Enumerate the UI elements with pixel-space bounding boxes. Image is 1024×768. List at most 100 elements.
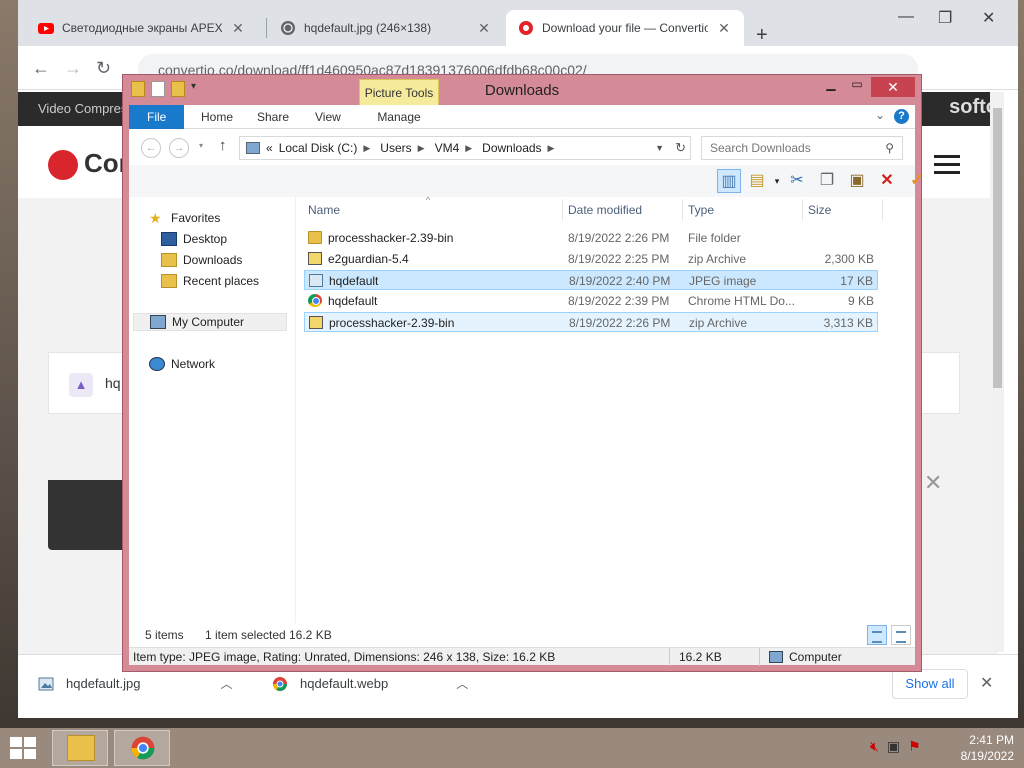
clock[interactable]: 2:41 PM 8/19/2022 bbox=[948, 732, 1014, 764]
file-explorer-window: ▾ Picture Tools Downloads ▁ ▭ ✕ File Hom… bbox=[122, 74, 924, 672]
breadcrumb-local-disk[interactable]: Local Disk (C:) bbox=[279, 141, 358, 155]
cut-icon[interactable]: ✂ bbox=[785, 169, 809, 193]
nav-recent-places[interactable]: Recent places bbox=[161, 274, 259, 288]
tab-home[interactable]: Home bbox=[187, 105, 247, 129]
reload-icon[interactable]: ↻ bbox=[96, 58, 111, 79]
volume-muted-icon[interactable]: 🔇︎ bbox=[870, 738, 879, 755]
site-strip-text: Video Compres bbox=[38, 101, 128, 116]
paste-icon[interactable]: ▣ bbox=[845, 169, 869, 193]
nav-favorites[interactable]: ★ Favorites bbox=[149, 211, 220, 225]
jpeg-icon bbox=[309, 274, 323, 287]
column-size[interactable]: Size bbox=[808, 203, 831, 217]
file-row[interactable]: hqdefault 8/19/2022 2:39 PM Chrome HTML … bbox=[304, 291, 878, 311]
forward-icon[interactable]: → bbox=[169, 138, 189, 158]
new-folder-icon[interactable] bbox=[171, 81, 185, 97]
nav-downloads[interactable]: Downloads bbox=[161, 253, 242, 267]
file-row[interactable]: processhacker-2.39-bin 8/19/2022 2:26 PM… bbox=[304, 228, 878, 248]
column-type[interactable]: Type bbox=[688, 203, 714, 217]
file-row[interactable]: e2guardian-5.4 8/19/2022 2:25 PM zip Arc… bbox=[304, 249, 878, 269]
close-tab-icon[interactable]: ✕ bbox=[716, 20, 732, 37]
taskbar-chrome[interactable] bbox=[114, 730, 170, 766]
maximize-icon[interactable]: ▭ bbox=[845, 77, 869, 97]
refresh-icon[interactable]: ↻ bbox=[675, 140, 686, 156]
breadcrumb-vm4[interactable]: VM4 bbox=[435, 141, 460, 155]
column-date-modified[interactable]: Date modified bbox=[568, 203, 642, 217]
sort-ascending-icon: ^ bbox=[426, 195, 431, 205]
back-icon[interactable]: ← bbox=[32, 58, 50, 79]
folder-icon[interactable] bbox=[131, 81, 145, 97]
large-icons-view-icon[interactable] bbox=[891, 625, 911, 645]
minimize-icon[interactable]: — bbox=[898, 8, 914, 26]
up-icon[interactable]: ↑ bbox=[219, 137, 227, 154]
chrome-icon bbox=[273, 676, 287, 691]
globe-icon bbox=[281, 21, 295, 35]
page-scrollbar[interactable] bbox=[990, 92, 1004, 652]
menu-icon[interactable] bbox=[934, 155, 960, 179]
close-window-icon[interactable]: ✕ bbox=[871, 77, 915, 97]
search-placeholder: Search Downloads bbox=[710, 141, 811, 155]
chrome-icon bbox=[308, 294, 322, 307]
chevron-down-icon[interactable]: ▼ bbox=[655, 143, 664, 153]
breadcrumb-users[interactable]: Users bbox=[380, 141, 411, 155]
details-view-icon[interactable] bbox=[867, 625, 887, 645]
breadcrumb-downloads[interactable]: Downloads bbox=[482, 141, 541, 155]
tab-hqdefault-jpg[interactable]: hqdefault.jpg (246×138) ✕ bbox=[268, 10, 504, 46]
help-icon[interactable]: ? bbox=[894, 109, 909, 124]
show-all-button[interactable]: Show all bbox=[892, 669, 968, 699]
copy-icon[interactable]: ❐ bbox=[815, 169, 839, 193]
file-row-selected[interactable]: hqdefault 8/19/2022 2:40 PM JPEG image 1… bbox=[304, 270, 878, 290]
windows-start-icon[interactable] bbox=[10, 737, 38, 759]
back-icon[interactable]: ← bbox=[141, 138, 161, 158]
file-row[interactable]: processhacker-2.39-bin 8/19/2022 2:26 PM… bbox=[304, 312, 878, 332]
tab-share[interactable]: Share bbox=[243, 105, 303, 129]
customize-dropdown-icon[interactable]: ▾ bbox=[191, 81, 196, 97]
search-input[interactable]: Search Downloads ⚲ bbox=[701, 136, 903, 160]
close-download-bar-icon[interactable]: ✕ bbox=[980, 673, 993, 693]
maximize-icon[interactable]: ❐ bbox=[938, 8, 952, 28]
tab-manage[interactable]: Manage bbox=[359, 105, 439, 129]
select-check-icon[interactable]: ✓ bbox=[905, 169, 929, 193]
address-bar[interactable]: « Local Disk (C:) ▶ Users ▶ VM4 ▶ Downloads… bbox=[239, 136, 691, 160]
tab-view[interactable]: View bbox=[301, 105, 355, 129]
zip-icon bbox=[309, 316, 323, 329]
nav-desktop[interactable]: Desktop bbox=[161, 232, 227, 246]
close-window-icon[interactable]: ✕ bbox=[982, 8, 995, 28]
close-icon[interactable]: ✕ bbox=[924, 470, 942, 496]
chevron-up-icon[interactable]: ︿ bbox=[220, 675, 232, 692]
delete-icon[interactable]: ✕ bbox=[875, 169, 899, 193]
nav-my-computer[interactable]: My Computer bbox=[133, 313, 287, 331]
clock-time: 2:41 PM bbox=[969, 733, 1014, 747]
network-icon[interactable]: ▣ bbox=[887, 738, 900, 755]
download-item-webp[interactable]: hqdefault.webp ︿ bbox=[272, 675, 468, 692]
close-tab-icon[interactable]: ✕ bbox=[230, 20, 246, 37]
computer-icon bbox=[769, 651, 783, 663]
tab-convertio[interactable]: Download your file — Convertio ✕ bbox=[506, 10, 744, 46]
tab-file[interactable]: File bbox=[129, 105, 185, 129]
action-center-icon[interactable]: ⚑ bbox=[908, 738, 921, 755]
forward-icon[interactable]: → bbox=[64, 58, 82, 79]
nav-network[interactable]: Network bbox=[149, 357, 215, 371]
close-tab-icon[interactable]: ✕ bbox=[476, 20, 492, 37]
tab-apex-led[interactable]: Светодиодные экраны APEX-LED ✕ bbox=[26, 10, 258, 46]
clock-date: 8/19/2022 bbox=[960, 749, 1014, 763]
youtube-icon bbox=[38, 23, 54, 34]
download-item-jpg[interactable]: hqdefault.jpg ︿ bbox=[38, 675, 232, 692]
expand-ribbon-icon[interactable]: ⌄ bbox=[875, 108, 885, 122]
tab-title: hqdefault.jpg (246×138) bbox=[304, 21, 432, 35]
item-size: 16.2 KB bbox=[679, 650, 722, 664]
properties-icon[interactable] bbox=[151, 81, 165, 97]
recent-locations-icon[interactable]: ▾ bbox=[199, 141, 203, 150]
navigation-pane: ★ Favorites Desktop Downloads Recent pla… bbox=[129, 197, 295, 623]
selection-size: 16.2 KB bbox=[289, 628, 332, 642]
chevron-up-icon[interactable]: ︿ bbox=[456, 675, 468, 692]
column-name[interactable]: Name bbox=[308, 203, 340, 217]
image-file-icon bbox=[38, 677, 54, 690]
minimize-icon[interactable]: ▁ bbox=[819, 77, 843, 97]
command-bar: ▥ ▤ ▾ ✂ ❐ ▣ ✕ ✓ bbox=[129, 165, 924, 197]
breadcrumb-overflow[interactable]: « bbox=[266, 141, 273, 155]
folder-icon bbox=[67, 735, 95, 761]
taskbar-file-explorer[interactable] bbox=[52, 730, 108, 766]
preview-pane-icon[interactable]: ▥ bbox=[717, 169, 741, 193]
picture-tools-context-tab: Picture Tools bbox=[359, 79, 439, 105]
new-tab-icon[interactable]: + bbox=[756, 24, 768, 47]
